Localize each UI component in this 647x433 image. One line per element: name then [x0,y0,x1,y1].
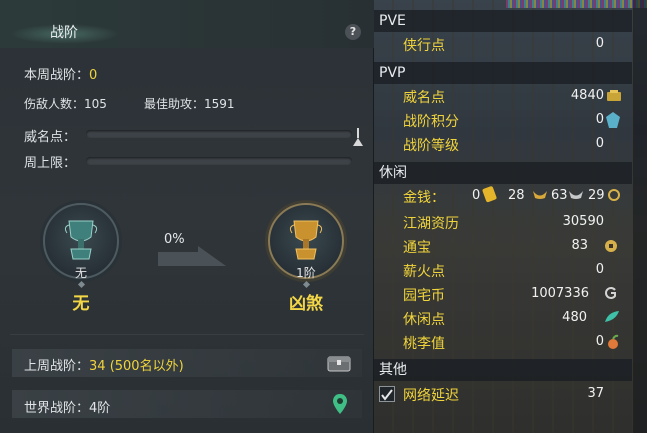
world-rank-value: 4阶 [89,401,111,416]
weekly-rank-row: 本周战阶：0 [24,64,97,83]
leisure-leaf-icon [605,311,619,322]
last-week-label: 上周战阶： [24,359,90,374]
current-rank-name: 无 [72,294,90,314]
silver-value: 28 [508,188,525,203]
scrollbar[interactable] [633,0,647,433]
item-label: 通宝 [403,240,431,256]
world-rank-label: 世界战阶： [24,401,90,416]
progress-arrow-icon [158,246,226,266]
bronze-trophy-icon [64,220,98,260]
gold-value: 0 [472,188,481,203]
item-label: 战阶积分 [403,114,459,130]
best-assist-row: 最佳助攻：1591 [144,95,235,112]
kills-label: 伤敌人数： [24,97,85,111]
item-value: 0 [595,136,604,151]
next-rank-caption: 1阶 [296,266,316,280]
best-assist-value: 1591 [204,97,235,111]
item-label: 侠行点 [403,38,445,54]
money-row: 金钱： 0 28 63 29 [374,185,632,207]
list-item[interactable]: 江湖资历 30590 [374,211,632,233]
prestige-bar [86,130,352,138]
latency-label: 网络延迟 [403,388,459,404]
item-label: 战阶等级 [403,138,459,154]
item-label: 江湖资历 [403,216,459,232]
item-label: 休闲点 [403,312,445,328]
world-rank-row: 世界战阶：4阶 [24,397,110,416]
item-value: 30590 [562,214,604,229]
weekly-cap-label: 周上限： [24,156,77,171]
rank-points-icon [606,112,620,128]
item-value: 0 [595,334,604,349]
best-assist-label: 最佳助攻： [144,97,205,111]
list-item[interactable]: 战阶积分 0 [374,109,632,131]
money-label: 金钱： [403,190,445,206]
item-label: 薪火点 [403,264,445,280]
list-item[interactable]: 桃李值 0 [374,331,632,353]
kills-value: 105 [84,97,107,111]
latency-row[interactable]: 网络延迟 37 [374,383,632,405]
last-week-row: 上周战阶：34 (500名以外) [24,355,184,374]
help-icon[interactable]: ? [345,24,361,40]
silver-sycee-icon [569,191,583,199]
rank-divider-dot [77,280,86,289]
gold-trophy-icon [289,220,323,260]
list-item[interactable]: 园宅币 1007336 [374,283,632,305]
item-label: 威名点 [403,90,445,106]
weekly-rank-value: 0 [89,68,98,83]
list-item[interactable]: 薪火点 0 [374,259,632,281]
list-item[interactable]: 威名点 4840 [374,85,632,107]
item-value: 0 [595,112,604,127]
next-rank-name: 凶煞 [289,294,323,314]
kills-row: 伤敌人数：105 [24,95,107,112]
bar-marker-icon [353,128,363,146]
rank-divider-dot [302,280,311,289]
list-item[interactable]: 通宝 83 [374,235,632,257]
last-week-value: 34 (500名以外) [89,359,184,374]
current-rank-caption: 无 [74,266,87,280]
list-item[interactable]: 战阶等级 0 [374,133,632,155]
section-header-pvp: PVP [374,62,632,84]
item-value: 83 [571,238,588,253]
copper-coin-icon [608,189,620,201]
weekly-rank-label: 本周战阶： [24,68,90,83]
item-label: 园宅币 [403,288,445,304]
tongbao-coin-icon [605,240,617,252]
list-item[interactable]: 休闲点 480 [374,307,632,329]
rank-progress-percent: 0% [164,232,185,247]
fourth-coin-value: 29 [588,188,605,203]
item-value: 1007336 [531,286,589,301]
divider [10,334,364,335]
home-coin-icon [605,287,616,299]
weekly-cap-bar [86,157,352,165]
currency-panel: PVE 侠行点 0 PVP 威名点 4840 战阶积分 0 战阶等级 0 休闲 … [374,0,647,433]
prestige-icon [607,90,621,101]
section-header-other: 其他 [374,359,632,381]
gold-sycee-icon [533,191,547,199]
location-pin-icon[interactable] [332,393,348,415]
copper-value: 63 [551,188,568,203]
item-value: 480 [562,310,587,325]
item-value: 4840 [570,88,604,103]
gold-ingot-icon [482,186,497,203]
item-value: 0 [595,262,604,277]
chest-icon[interactable] [327,354,351,372]
section-header-leisure: 休闲 [374,162,632,184]
latency-value: 37 [587,386,604,401]
panel-title: 战阶 [50,25,78,41]
rank-panel: 战阶 ? 本周战阶：0 伤敌人数：105 最佳助攻：1591 威名点： 周上限：… [0,0,374,433]
item-label: 桃李值 [403,336,445,352]
list-item[interactable]: 侠行点 0 [374,33,632,55]
peach-icon [608,334,619,349]
item-value: 0 [595,36,604,51]
section-header-pve: PVE [374,10,632,32]
prestige-label: 威名点： [24,130,77,145]
